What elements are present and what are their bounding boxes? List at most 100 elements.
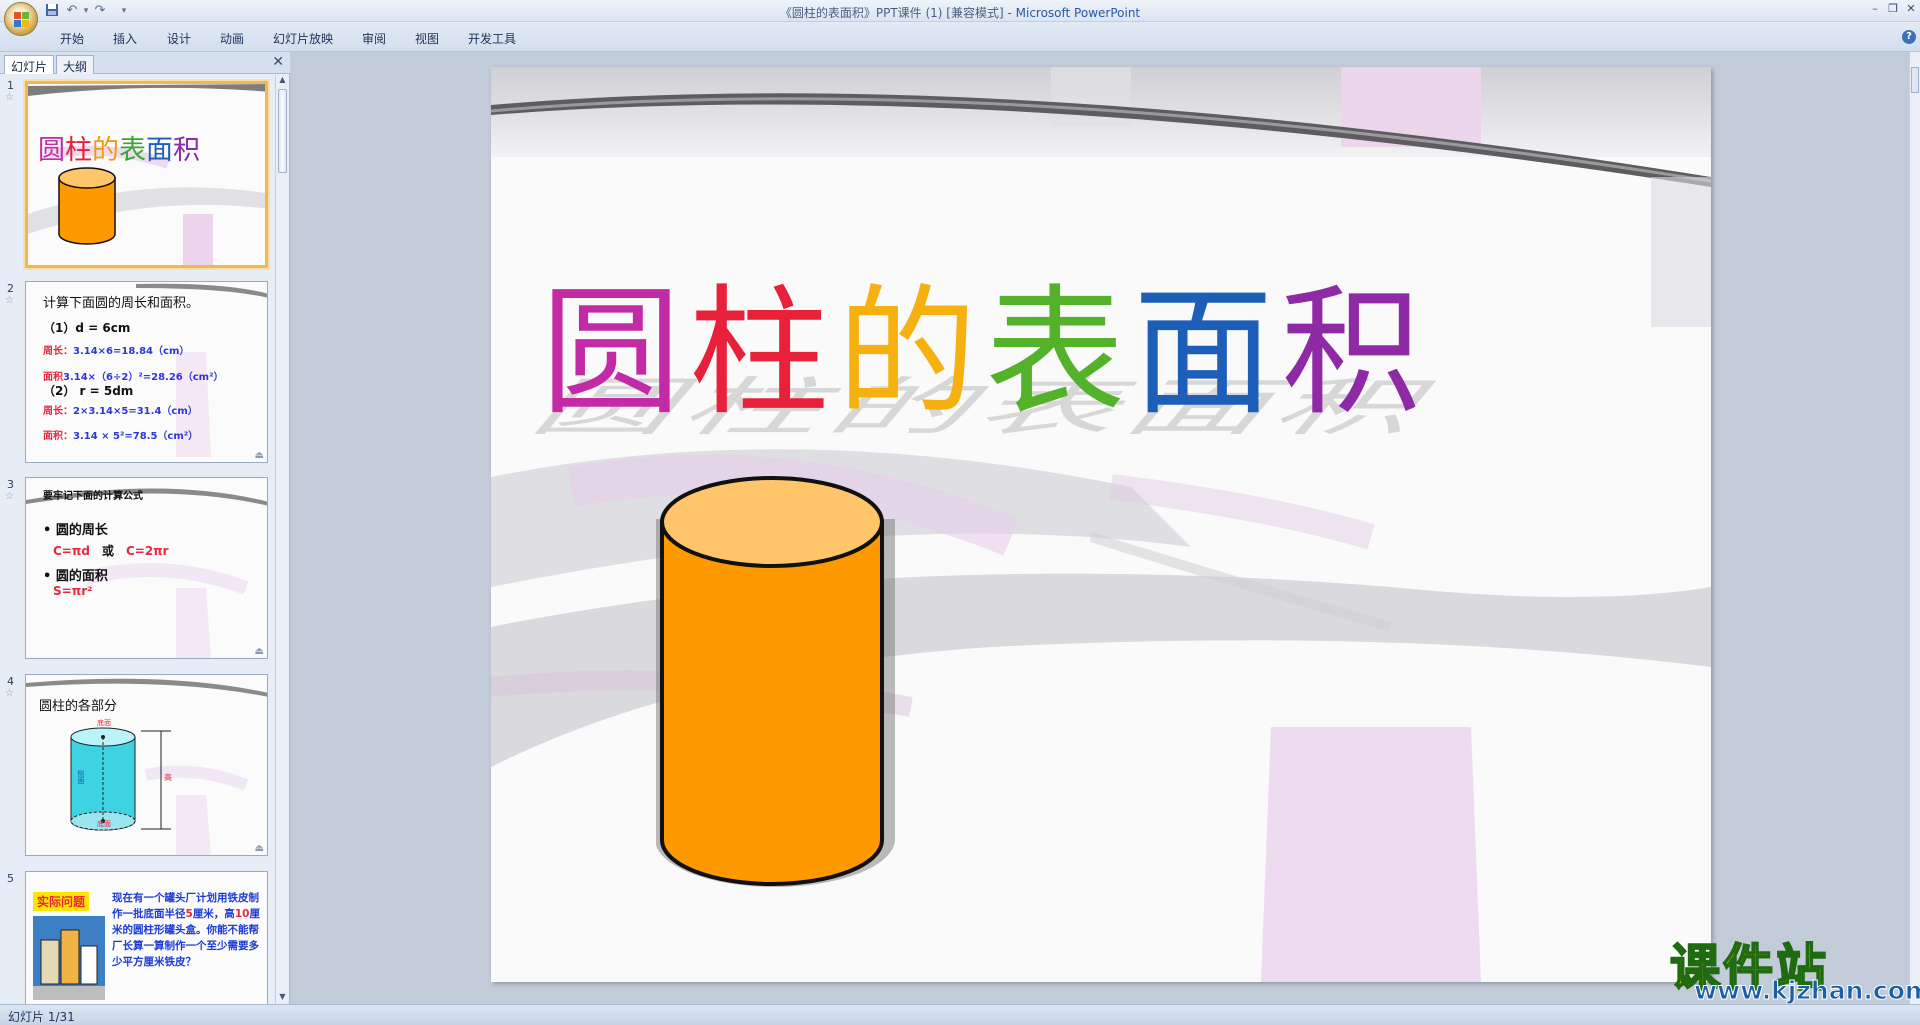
formula-red: C=πd (53, 544, 90, 558)
minimize-button[interactable]: – (1868, 2, 1882, 15)
problem-number: 10 (234, 908, 250, 920)
thumb-5-cans-image (33, 916, 105, 1000)
bullet-text: 圆的周长 (55, 523, 108, 538)
thumb-4-title: 圆柱的各部分 (39, 699, 118, 714)
or-text: 或 (101, 544, 114, 558)
bullet-text: 圆的面积 (55, 569, 108, 584)
close-panel-icon[interactable]: ✕ (272, 54, 284, 70)
thumb-3-bullet: • 圆的面积 (43, 569, 108, 584)
thumb-2-line: （1）d = 6cm (43, 321, 131, 335)
label-lateral-surface: 侧面 (77, 770, 85, 784)
thumbnails-scrollbar[interactable]: ▲ ▼ (275, 75, 289, 1004)
thumb-2-line: 周长：2×3.14×5=31.4（cm） (43, 402, 198, 417)
title-char: 表 (985, 272, 1134, 435)
title-separator: - (1003, 6, 1016, 20)
ribbon-tabs: 开始 插入 设计 动画 幻灯片放映 审阅 视图 开发工具 ? (0, 22, 1920, 52)
thumb-3-formula: S=πr² (53, 584, 93, 598)
label-bottom-base: 底面 (97, 820, 111, 828)
label-red: 周长： (43, 346, 73, 357)
help-icon[interactable]: ? (1902, 30, 1916, 44)
thumb-1-title-char: 柱 (65, 135, 92, 166)
slide-thumbnails: 1 ☆ 圆柱的表面积 2 ☆ 计算下面圆的周长和面积。 （1）d = 6cm 周… (0, 75, 276, 1004)
title-char: 柱 (689, 272, 838, 435)
window-title: 《圆柱的表面积》PPT课件 (1) [兼容模式] - Microsoft Pow… (0, 4, 1920, 21)
tab-developer[interactable]: 开发工具 (468, 30, 516, 47)
slide-thumbnail-1[interactable]: 圆柱的表面积 (25, 81, 268, 268)
slide-number: 2 (7, 282, 14, 295)
thumb-5-badge: 实际问题 (33, 892, 90, 911)
problem-number: 5 (185, 908, 193, 920)
current-slide[interactable]: 圆柱的表面积 圆柱的表面积 (491, 67, 1711, 982)
scroll-up-icon[interactable]: ▲ (276, 75, 289, 87)
cylinder-shape[interactable] (656, 472, 906, 927)
thumb-1-title: 圆柱的表面积 (38, 128, 200, 167)
thumb-1-title-char: 圆 (38, 135, 65, 166)
tab-slides[interactable]: 幻灯片 (4, 55, 55, 74)
thumb-5-problem-text: 现在有一个罐头厂计划用铁皮制作一批底面半径5厘米，高10厘米的圆柱形罐头盒。你能… (112, 890, 262, 970)
animation-star-icon: ☆ (5, 92, 14, 103)
slide-thumbnail-3[interactable]: 要牢记下面的计算公式 • 圆的周长 C=πd 或 C=2πr • 圆的面积 S=πr… (25, 477, 268, 659)
thumb-2-title: 计算下面圆的周长和面积。 (43, 296, 200, 311)
watermark-logo: 课件站 www.kjzhan.com (1669, 928, 1920, 1006)
tab-outline[interactable]: 大纲 (56, 55, 95, 74)
status-bar: 幻灯片 1/31 (0, 1004, 1920, 1025)
slide-thumbnail-4[interactable]: 圆柱的各部分 底面 侧面 高 底面 ⏏ (25, 674, 268, 856)
label-red: 周长： (43, 406, 73, 417)
thumb-1-cylinder (58, 167, 116, 245)
thumb-3-title: 要牢记下面的计算公式 (43, 491, 143, 502)
tab-home[interactable]: 开始 (60, 30, 84, 47)
tab-design[interactable]: 设计 (167, 30, 191, 47)
thumb-2-line: （2） r = 5dm (43, 384, 134, 398)
sound-icon: ⏏ (254, 646, 264, 657)
slide-number: 4 (7, 675, 14, 688)
formula-blue: 3.14 × 5²=78.5（cm²） (73, 431, 199, 442)
office-logo-icon (14, 12, 29, 27)
thumb-1-title-char: 表 (119, 135, 146, 166)
scroll-down-icon[interactable]: ▼ (276, 992, 289, 1004)
slide-thumbnail-2[interactable]: 计算下面圆的周长和面积。 （1）d = 6cm 周长：3.14×6=18.84（… (25, 281, 268, 463)
label-height: 高 (164, 773, 172, 782)
scrollbar-thumb[interactable] (278, 89, 287, 173)
panel-tabs: 幻灯片 大纲 ✕ (0, 52, 290, 74)
thumb-2-line: 面积3.14×（6÷2）²=28.26（cm²） (43, 368, 223, 383)
slide-thumbnail-5[interactable]: 实际问题 现在有一个罐头厂计划用铁皮制作一批底面半径5厘米，高10厘米的圆柱形罐… (25, 871, 268, 1004)
sound-icon: ⏏ (254, 843, 264, 854)
formula-red: C=2πr (125, 544, 169, 558)
slides-panel: 幻灯片 大纲 ✕ 1 ☆ 圆柱的表面积 2 ☆ 计算下面圆的周长和面积。 （1）… (0, 52, 290, 1004)
thumb-1-title-char: 的 (92, 135, 119, 166)
restore-button[interactable]: ❐ (1886, 2, 1900, 15)
watermark-url: www.kjzhan.com (1694, 976, 1920, 1006)
tab-review[interactable]: 审阅 (362, 30, 386, 47)
problem-text: 厘米，高 (192, 908, 235, 920)
tab-insert[interactable]: 插入 (113, 30, 137, 47)
title-char: 圆 (541, 272, 690, 435)
thumb-3-bullet: • 圆的周长 (43, 523, 108, 538)
close-window-button[interactable]: ✕ (1904, 2, 1918, 15)
thumb-1-title-char: 积 (173, 135, 200, 166)
tab-view[interactable]: 视图 (415, 30, 439, 47)
powerpoint-window: ↶ ▾ ↷ ▾ 《圆柱的表面积》PPT课件 (1) [兼容模式] - Micro… (0, 0, 1920, 1025)
formula-blue: 3.14×6=18.84（cm） (73, 346, 190, 357)
title-char: 面 (1133, 272, 1282, 435)
sound-icon: ⏏ (254, 450, 264, 461)
slide-number: 5 (7, 872, 14, 885)
slide-scrollbar[interactable] (1909, 52, 1920, 1004)
label-top-base: 底面 (97, 719, 111, 727)
thumb-3-formula: C=πd 或 C=2πr (53, 542, 169, 559)
office-button[interactable] (4, 2, 38, 36)
animation-star-icon: ☆ (5, 688, 14, 699)
slide-number: 1 (7, 79, 14, 92)
title-bar: ↶ ▾ ↷ ▾ 《圆柱的表面积》PPT课件 (1) [兼容模式] - Micro… (0, 0, 1920, 22)
thumb-2-line: 面积：3.14 × 5²=78.5（cm²） (43, 427, 198, 442)
slide-title[interactable]: 圆柱的表面积 (541, 277, 1429, 431)
thumb-2-line: 周长：3.14×6=18.84（cm） (43, 342, 189, 357)
animation-star-icon: ☆ (5, 295, 14, 306)
document-title: 《圆柱的表面积》PPT课件 (1) [兼容模式] (779, 6, 1004, 20)
application-name: Microsoft PowerPoint (1015, 6, 1141, 20)
formula-blue: 2×3.14×5=31.4（cm） (73, 406, 198, 417)
slide-count-status: 幻灯片 1/31 (8, 1010, 75, 1024)
scrollbar-thumb[interactable] (1911, 67, 1919, 93)
tab-animations[interactable]: 动画 (220, 30, 244, 47)
label-red: 面积： (43, 431, 73, 442)
tab-slide-show[interactable]: 幻灯片放映 (273, 30, 333, 47)
